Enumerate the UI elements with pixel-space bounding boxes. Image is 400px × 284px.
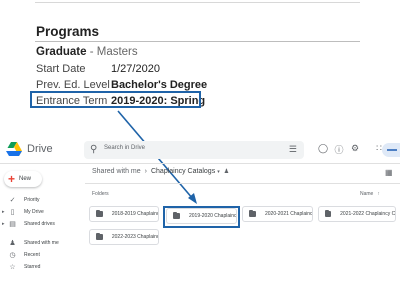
degree-type: Masters <box>96 46 138 58</box>
sidebar-item-label: Starred <box>24 263 41 270</box>
account-avatar[interactable] <box>382 143 400 157</box>
degree-level: Graduate <box>36 46 87 58</box>
shared-folder-icon <box>325 210 332 217</box>
folder-card[interactable]: 2020-2021 Chaplaincy... <box>242 206 313 222</box>
row-value: 1/27/2020 <box>111 63 160 75</box>
plus-icon: + <box>8 172 16 186</box>
shared-folder-icon <box>249 210 256 217</box>
sidebar-item-shared-drives[interactable]: ▸ ▤ Shared drives <box>0 218 80 229</box>
folder-name: 2018-2019 Chaplaincy... <box>111 211 158 217</box>
entrance-term-highlight <box>30 91 201 108</box>
top-divider <box>35 2 360 3</box>
folders-label: Folders <box>92 191 109 197</box>
settings-icon[interactable]: ⚙ <box>350 143 360 156</box>
folder-card[interactable]: 2018-2019 Chaplaincy... <box>89 206 159 222</box>
clock-icon: ◷ <box>9 251 16 259</box>
degree-separator: - <box>86 46 97 58</box>
folder-name: 2022-2023 Chaplaincy... <box>111 234 158 240</box>
sort-by-name[interactable]: Name ↑ <box>360 191 380 197</box>
search-options-icon[interactable]: ☰ <box>289 144 297 155</box>
search-icon[interactable]: ⚲ <box>90 144 97 155</box>
shared-drives-icon: ▤ <box>9 220 16 228</box>
sidebar-item-label: Recent <box>24 251 40 258</box>
content-divider <box>85 183 400 184</box>
sidebar-item-recent[interactable]: ◷ Recent <box>0 249 80 260</box>
shared-folder-icon <box>96 210 103 217</box>
folder-name: 2020-2021 Chaplaincy... <box>264 211 312 217</box>
row-start-date: Start Date 1/27/2020 <box>36 63 160 75</box>
sort-label: Name <box>360 191 374 197</box>
folder-name: 2021-2022 Chaplaincy Catalogs <box>340 211 395 217</box>
grid-view-icon[interactable]: ▦ <box>385 168 393 177</box>
offline-status-icon[interactable]: ◯ <box>318 143 328 156</box>
my-drive-icon: ▯ <box>10 208 15 216</box>
drive-logo-icon <box>6 142 22 156</box>
row-label: Prev. Ed. Level <box>36 79 110 91</box>
row-value: Bachelor's Degree <box>111 79 208 91</box>
sidebar-item-label: Shared with me <box>24 239 59 246</box>
row-label: Start Date <box>36 63 86 75</box>
sidebar-item-label: Priority <box>24 196 40 203</box>
target-folder-highlight <box>163 206 240 228</box>
check-circle-icon: ✓ <box>9 196 16 204</box>
row-prev-ed-level: Prev. Ed. Level Bachelor's Degree <box>36 79 207 91</box>
star-icon: ☆ <box>9 263 16 271</box>
degree-line: Graduate - Masters <box>36 46 138 58</box>
drive-app-name: Drive <box>27 143 53 155</box>
help-icon[interactable]: ⓘ <box>334 143 344 156</box>
shared-folder-icon <box>96 233 103 240</box>
folder-card[interactable]: 2022-2023 Chaplaincy... <box>89 229 159 245</box>
heading-divider <box>35 41 360 42</box>
drive-brand[interactable]: Drive <box>6 142 53 156</box>
breadcrumb-current[interactable]: Chaplaincy Catalogs <box>151 168 215 175</box>
header-actions: ◯ ⓘ ⚙ ∷ <box>318 143 384 156</box>
new-button-label: New <box>19 176 32 182</box>
student-record-panel: Programs Graduate - Masters Start Date 1… <box>0 0 400 118</box>
chevron-right-icon: › <box>144 168 147 175</box>
sidebar-item-label: Shared drives <box>24 220 55 227</box>
chevron-down-icon[interactable]: ▾ <box>217 169 220 175</box>
sidebar-item-starred[interactable]: ☆ Starred <box>0 261 80 272</box>
sidebar-item-priority[interactable]: ✓ Priority <box>0 194 80 205</box>
search-input[interactable]: ⚲ Search in Drive ☰ <box>84 141 304 159</box>
people-icon: ♟ <box>9 239 16 247</box>
folder-card[interactable]: 2021-2022 Chaplaincy Catalogs <box>318 206 396 222</box>
expand-caret-icon[interactable]: ▸ <box>2 221 5 227</box>
shared-people-icon[interactable]: ♟ <box>224 169 229 175</box>
search-placeholder: Search in Drive <box>104 145 146 151</box>
sidebar-item-label: My Drive <box>24 208 44 215</box>
arrow-up-icon: ↑ <box>377 191 380 197</box>
sidebar-item-shared-with-me[interactable]: ♟ Shared with me <box>0 237 80 248</box>
header-divider <box>0 163 400 164</box>
programs-heading: Programs <box>36 24 100 39</box>
breadcrumb: Shared with me › Chaplaincy Catalogs ▾ ♟ <box>92 168 229 175</box>
breadcrumb-root[interactable]: Shared with me <box>92 168 141 175</box>
sidebar-item-my-drive[interactable]: ▸ ▯ My Drive <box>0 206 80 217</box>
expand-caret-icon[interactable]: ▸ <box>2 209 5 215</box>
new-button[interactable]: + New <box>4 171 42 187</box>
